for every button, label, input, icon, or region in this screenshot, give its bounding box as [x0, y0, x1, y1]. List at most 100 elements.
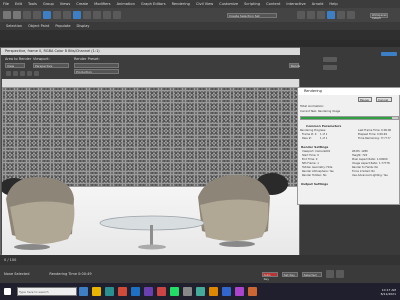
- render-button[interactable]: Render: [289, 63, 302, 68]
- menu-scripting[interactable]: Scripting: [244, 2, 260, 6]
- menu-file[interactable]: File: [3, 2, 9, 6]
- menu-civil-view[interactable]: Civil View: [196, 2, 213, 6]
- menu-tools[interactable]: Tools: [28, 2, 37, 6]
- current-task-label: Current Task:: [300, 110, 318, 113]
- frame-number: Frame #: 0: [302, 133, 317, 136]
- setting-height: Height: 720: [352, 154, 368, 157]
- auto-key-button[interactable]: Auto Key: [261, 271, 278, 281]
- link-icon[interactable]: [23, 11, 31, 19]
- menu-arnold[interactable]: Arnold: [312, 2, 324, 6]
- total-animation-label: Total Animation:: [300, 104, 325, 108]
- angle-snap-icon[interactable]: [113, 11, 121, 19]
- undo-icon[interactable]: [3, 11, 11, 19]
- play-icon[interactable]: [325, 270, 334, 278]
- setting-width: Width: 1280: [352, 150, 368, 153]
- right-chair-seat: [200, 199, 269, 241]
- move-icon[interactable]: [73, 11, 81, 19]
- next-frame-icon[interactable]: [335, 270, 344, 278]
- snap-icon[interactable]: [103, 11, 111, 19]
- save-image-icon[interactable]: [6, 71, 11, 76]
- taskbar-search-input[interactable]: Type here to search: [17, 287, 77, 296]
- panel-blue-tab[interactable]: [381, 52, 397, 56]
- workspace-dropdown[interactable]: Workspaces: Default: [370, 12, 388, 20]
- photoshop-icon[interactable]: [131, 287, 140, 296]
- scale-icon[interactable]: [93, 11, 101, 19]
- menu-create[interactable]: Create: [76, 2, 88, 6]
- setting-render-fields: Render to Fields: No: [352, 166, 379, 169]
- menu-customize[interactable]: Customize: [219, 2, 238, 6]
- menu-help[interactable]: Help: [329, 2, 337, 6]
- app-icon-13[interactable]: [235, 287, 244, 296]
- mirror-icon[interactable]: [297, 11, 305, 19]
- menu-animation[interactable]: Animation: [117, 2, 135, 6]
- redo-icon[interactable]: [13, 11, 21, 19]
- production-dropdown[interactable]: Production: [74, 69, 119, 74]
- progress-bar: [300, 116, 399, 120]
- ribbon-tab-selection[interactable]: Selection: [6, 24, 22, 28]
- app-icon-9[interactable]: [183, 287, 192, 296]
- menu-content[interactable]: Content: [266, 2, 280, 6]
- pause-button[interactable]: Pause: [358, 97, 372, 102]
- render-preset-dropdown[interactable]: [74, 63, 119, 68]
- app-icon-10[interactable]: [196, 287, 205, 296]
- select-by-name-icon[interactable]: [53, 11, 61, 19]
- common-params-title: Common Parameters: [306, 124, 342, 128]
- menu-graph-editors[interactable]: Graph Editors: [141, 2, 166, 6]
- file-explorer-icon[interactable]: [92, 287, 101, 296]
- app-icon-12[interactable]: [222, 287, 231, 296]
- menu-views[interactable]: Views: [60, 2, 70, 6]
- windows-start-icon[interactable]: [4, 288, 11, 295]
- unlink-icon[interactable]: [33, 11, 41, 19]
- menu-edit[interactable]: Edit: [15, 2, 22, 6]
- timeline[interactable]: 0 / 100: [0, 255, 400, 265]
- set-key-button[interactable]: Set Key: [281, 271, 298, 277]
- menu-bar: File Edit Tools Group Views Create Modif…: [0, 0, 400, 8]
- app-icon-8[interactable]: [170, 287, 179, 296]
- app-icon-14[interactable]: [248, 287, 257, 296]
- app-icon-11[interactable]: [209, 287, 218, 296]
- copy-image-icon[interactable]: [13, 71, 18, 76]
- rotate-icon[interactable]: [83, 11, 91, 19]
- ribbon-tab-object-paint[interactable]: Object Paint: [28, 24, 49, 28]
- select-region-icon[interactable]: [63, 11, 71, 19]
- render-frame-icon[interactable]: [337, 11, 345, 19]
- align-icon[interactable]: [307, 11, 315, 19]
- ribbon-tab-display[interactable]: Display: [77, 24, 90, 28]
- menu-group[interactable]: Group: [43, 2, 54, 6]
- taskbar-clock[interactable]: 10:17 AM 8/11/2021: [381, 288, 396, 296]
- pass-count: 1 of 1: [320, 137, 328, 140]
- clear-icon[interactable]: [34, 71, 39, 76]
- render-settings-title: Render Settings: [301, 145, 329, 149]
- setting-render-atmosphere: Render Atmosphere: Yes: [302, 170, 334, 173]
- select-object-icon[interactable]: [43, 11, 51, 19]
- viewport-dropdown[interactable]: Perspective: [33, 63, 69, 68]
- frame-buffer-window: Perspective, frame 0, RGBA Color 8 Bits/…: [0, 47, 302, 255]
- setting-viewport: Viewport: Camera001: [302, 150, 331, 153]
- app-icon-7[interactable]: [157, 287, 166, 296]
- clone-frame-icon[interactable]: [20, 71, 25, 76]
- menu-interactive[interactable]: Interactive: [286, 2, 305, 6]
- panel-button-1[interactable]: [323, 57, 337, 62]
- render-setup-icon[interactable]: [327, 11, 335, 19]
- rendering-progress-label: Rendering Progress:: [300, 129, 327, 132]
- table-stem: [150, 225, 153, 245]
- print-icon[interactable]: [27, 71, 32, 76]
- current-task-value: Rendering image: [318, 110, 341, 113]
- key-filter-dropdown[interactable]: Selected: [301, 271, 322, 277]
- selection-set-dropdown[interactable]: Create Selection Set: [227, 12, 277, 18]
- render-icon[interactable]: [347, 11, 355, 19]
- menu-modifiers[interactable]: Modifiers: [94, 2, 110, 6]
- 3ds-max-icon[interactable]: [105, 287, 114, 296]
- chrome-icon[interactable]: [118, 287, 127, 296]
- area-label: Area to Render: [5, 57, 32, 61]
- area-dropdown[interactable]: View: [5, 63, 25, 68]
- last-frame-time: Last Frame Time: 0:00:00: [358, 129, 392, 132]
- prompt-line: Rendering Time 0:00:49: [49, 272, 92, 276]
- menu-rendering[interactable]: Rendering: [172, 2, 190, 6]
- material-editor-icon[interactable]: [317, 11, 325, 19]
- task-view-icon[interactable]: [79, 287, 88, 296]
- panel-button-2[interactable]: [323, 65, 337, 70]
- ribbon-tab-populate[interactable]: Populate: [55, 24, 70, 28]
- cancel-button[interactable]: Cancel: [376, 97, 392, 102]
- app-icon-6[interactable]: [144, 287, 153, 296]
